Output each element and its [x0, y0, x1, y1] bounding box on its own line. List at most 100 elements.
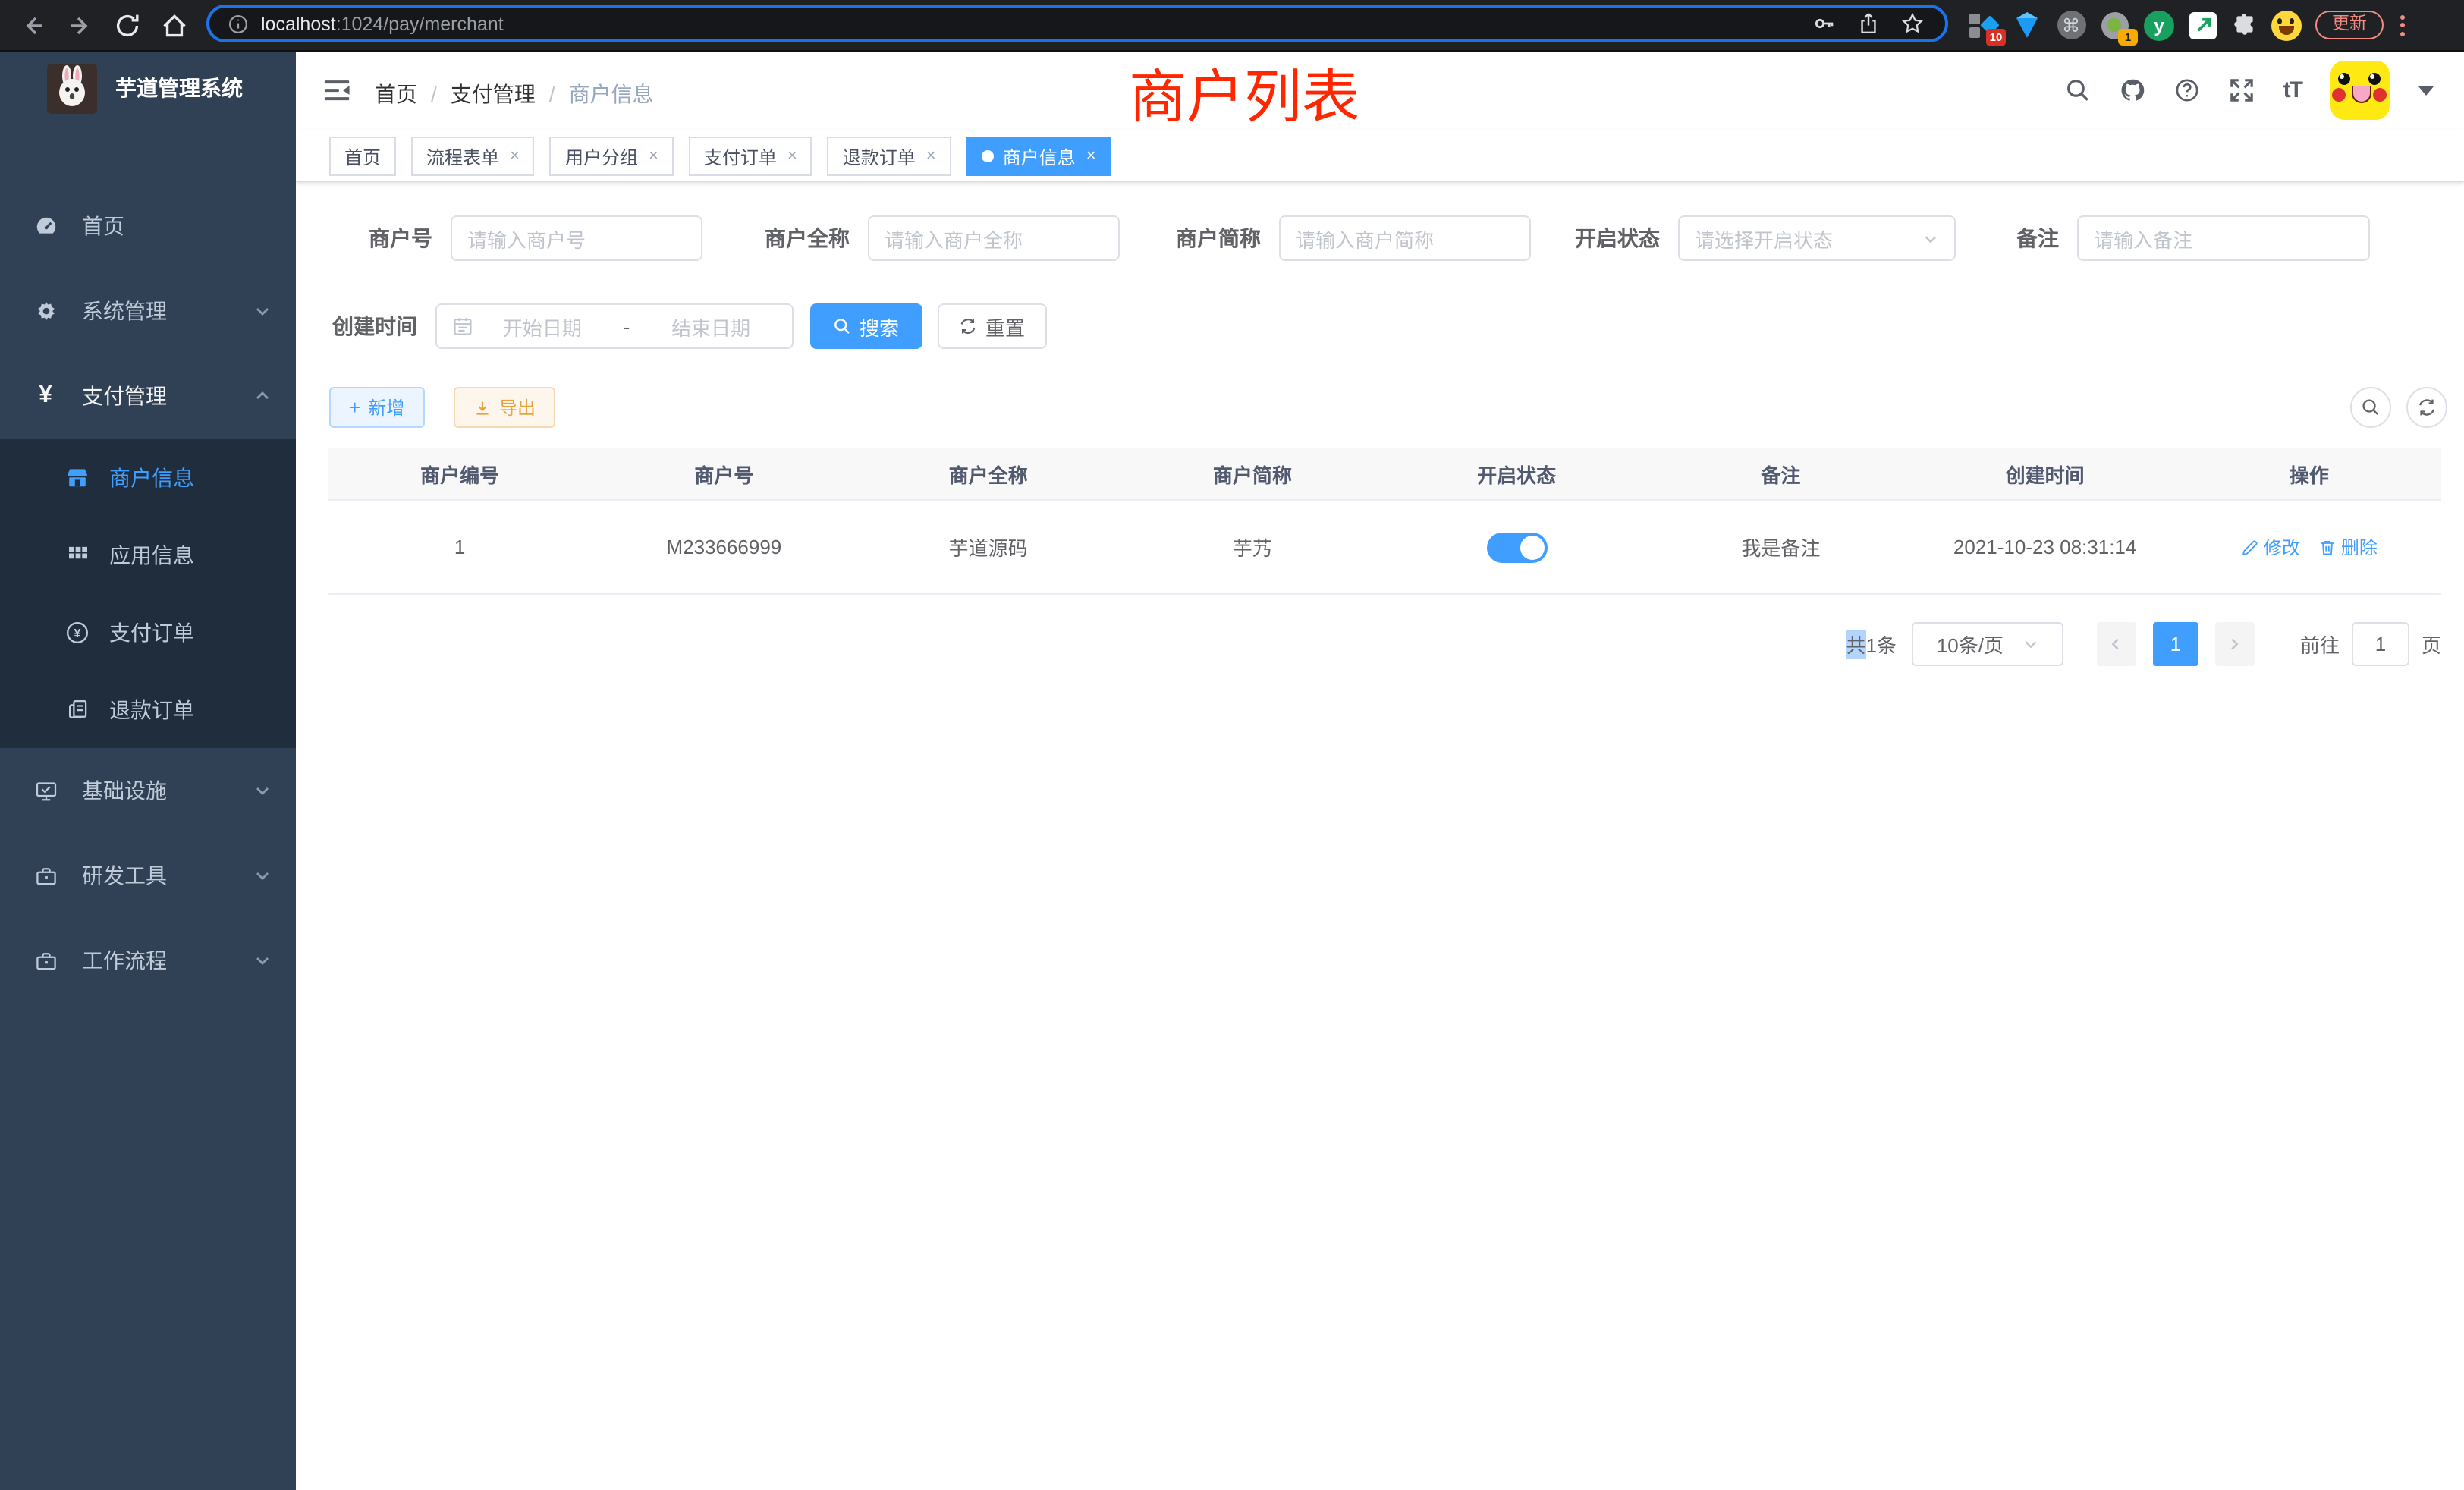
github-icon[interactable] — [2120, 77, 2145, 103]
shop-icon — [61, 465, 94, 489]
tab-close-icon[interactable]: × — [926, 148, 936, 165]
browser-profile-avatar[interactable] — [2271, 10, 2302, 40]
status-select[interactable]: 请选择开启状态 — [1678, 215, 1956, 261]
extensions-puzzle-icon[interactable] — [2232, 12, 2258, 38]
browser-update-button[interactable]: 更新 — [2315, 11, 2384, 40]
tab-refund-order[interactable]: 退款订单 × — [828, 137, 951, 176]
merchant-short-name-input[interactable]: 请输入商户简称 — [1279, 215, 1531, 261]
share-icon[interactable] — [1857, 12, 1880, 35]
monitor-check-icon — [27, 779, 64, 802]
sidebar-item-system[interactable]: 系统管理 — [0, 269, 296, 354]
svg-text:¥: ¥ — [74, 627, 81, 640]
table-row: 1 M233666999 芋道源码 芋艿 我是备注 2021-10-23 08:… — [328, 501, 2441, 595]
browser-forward-icon[interactable] — [67, 11, 94, 39]
browser-reload-icon[interactable] — [114, 11, 141, 39]
show-search-toggle-button[interactable] — [2350, 387, 2391, 428]
tab-close-icon[interactable]: × — [649, 148, 658, 165]
help-icon[interactable] — [2174, 77, 2200, 103]
extension-recorder-icon[interactable]: 1 — [2100, 10, 2130, 40]
start-date-placeholder[interactable]: 开始日期 — [476, 312, 608, 341]
sidebar-logo[interactable]: 芋道管理系统 — [0, 50, 296, 126]
browser-menu-icon[interactable] — [2400, 14, 2405, 36]
url-host: localhost — [261, 13, 336, 34]
delete-label: 删除 — [2341, 534, 2378, 560]
page-size-select[interactable]: 10条/页 — [1912, 622, 2063, 666]
tab-label: 流程表单 — [426, 143, 499, 169]
page-1-button[interactable]: 1 — [2153, 622, 2198, 666]
tab-close-icon[interactable]: × — [1086, 148, 1096, 165]
sidebar-item-dev-tools[interactable]: 研发工具 — [0, 833, 296, 918]
remark-input[interactable]: 请输入备注 — [2077, 215, 2370, 261]
extension-gem-icon[interactable] — [2012, 10, 2042, 40]
breadcrumb-home[interactable]: 首页 — [375, 79, 417, 109]
cell-status — [1384, 532, 1648, 562]
next-page-button[interactable] — [2215, 622, 2255, 666]
header-search-icon[interactable] — [2065, 77, 2091, 103]
breadcrumb-section[interactable]: 支付管理 — [451, 79, 536, 109]
tab-label: 退款订单 — [843, 143, 916, 169]
extension-y-icon[interactable]: y — [2144, 10, 2174, 40]
merchant-no-input[interactable]: 请输入商户号 — [451, 215, 702, 261]
fullscreen-icon[interactable] — [2229, 77, 2255, 103]
export-button-label: 导出 — [499, 395, 536, 420]
tab-close-icon[interactable]: × — [787, 148, 797, 165]
tab-label: 用户分组 — [565, 143, 638, 169]
tab-label: 首页 — [344, 143, 381, 169]
url-path: :1024/pay/merchant — [336, 13, 504, 34]
site-info-icon[interactable] — [228, 13, 249, 34]
font-size-icon[interactable]: tT — [2283, 77, 2302, 103]
bookmark-star-icon[interactable] — [1901, 12, 1924, 35]
sidebar-item-home[interactable]: 首页 — [0, 184, 296, 269]
sidebar-item-label: 商户信息 — [109, 462, 194, 492]
sidebar-item-app-info[interactable]: 应用信息 — [0, 516, 296, 593]
sidebar-item-workflow[interactable]: 工作流程 — [0, 918, 296, 1003]
address-bar[interactable]: localhost:1024/pay/merchant — [206, 5, 1948, 42]
yen-icon: ¥ — [27, 384, 64, 408]
pagination-total-rest: 1条 — [1865, 630, 1896, 659]
chevron-left-icon — [2108, 636, 2125, 652]
sidebar-item-pay-order[interactable]: ¥ 支付订单 — [0, 593, 296, 671]
tab-home[interactable]: 首页 — [329, 137, 396, 176]
status-toggle[interactable] — [1486, 532, 1547, 562]
tab-close-icon[interactable]: × — [510, 148, 520, 165]
sidebar-item-refund-order[interactable]: 退款订单 — [0, 671, 296, 748]
sidebar-item-label: 系统管理 — [82, 296, 167, 326]
refresh-table-button[interactable] — [2406, 387, 2447, 428]
avatar-caret-icon[interactable] — [2418, 86, 2434, 95]
add-button[interactable]: + 新增 — [329, 387, 424, 428]
reset-button[interactable]: 重置 — [938, 303, 1047, 349]
sidebar-item-label: 应用信息 — [109, 539, 194, 570]
goto-page-input[interactable] — [2352, 622, 2409, 666]
user-avatar[interactable] — [2330, 61, 2390, 120]
search-button[interactable]: 搜索 — [810, 303, 922, 349]
prev-page-button[interactable] — [2097, 622, 2136, 666]
tab-user-group[interactable]: 用户分组 × — [550, 137, 674, 176]
extension-grid-icon[interactable]: 10 — [1968, 10, 1998, 40]
browser-home-icon[interactable] — [161, 11, 188, 39]
export-button[interactable]: 导出 — [454, 387, 555, 428]
tab-pay-order[interactable]: 支付订单× — [689, 137, 812, 176]
cell-short-name: 芋艿 — [1120, 533, 1384, 561]
delete-link[interactable]: 删除 — [2318, 534, 2378, 560]
sidebar-collapse-icon[interactable] — [323, 76, 352, 105]
extension-command-icon[interactable]: ⌘ — [2056, 10, 2086, 40]
placeholder-text: 请输入备注 — [2094, 224, 2192, 253]
tab-process-form[interactable]: 流程表单 × — [411, 137, 535, 176]
create-time-range-picker[interactable]: 开始日期 - 结束日期 — [435, 303, 794, 349]
trash-icon — [2318, 538, 2337, 556]
browser-back-icon[interactable] — [20, 11, 47, 39]
sidebar-item-pay[interactable]: ¥ 支付管理 — [0, 354, 296, 439]
end-date-placeholder[interactable]: 结束日期 — [645, 312, 777, 341]
password-key-icon[interactable] — [1813, 12, 1836, 35]
extension-notes-icon[interactable] — [2188, 10, 2218, 40]
page-size-value: 10条/页 — [1937, 630, 2004, 659]
sidebar-item-merchant-info[interactable]: 商户信息 — [0, 439, 296, 516]
goto-label: 前往 — [2300, 630, 2340, 659]
tags-view: 首页 流程表单 × 用户分组 × 支付订单× 退款订单 × 商户信息× — [296, 130, 2464, 182]
merchant-full-name-label: 商户全称 — [713, 215, 850, 261]
logo-rabbit-image — [47, 63, 97, 113]
merchant-full-name-input[interactable]: 请输入商户全称 — [868, 215, 1120, 261]
edit-link[interactable]: 修改 — [2241, 534, 2300, 560]
tab-merchant-info[interactable]: 商户信息× — [966, 137, 1111, 176]
sidebar-item-infrastructure[interactable]: 基础设施 — [0, 748, 296, 833]
